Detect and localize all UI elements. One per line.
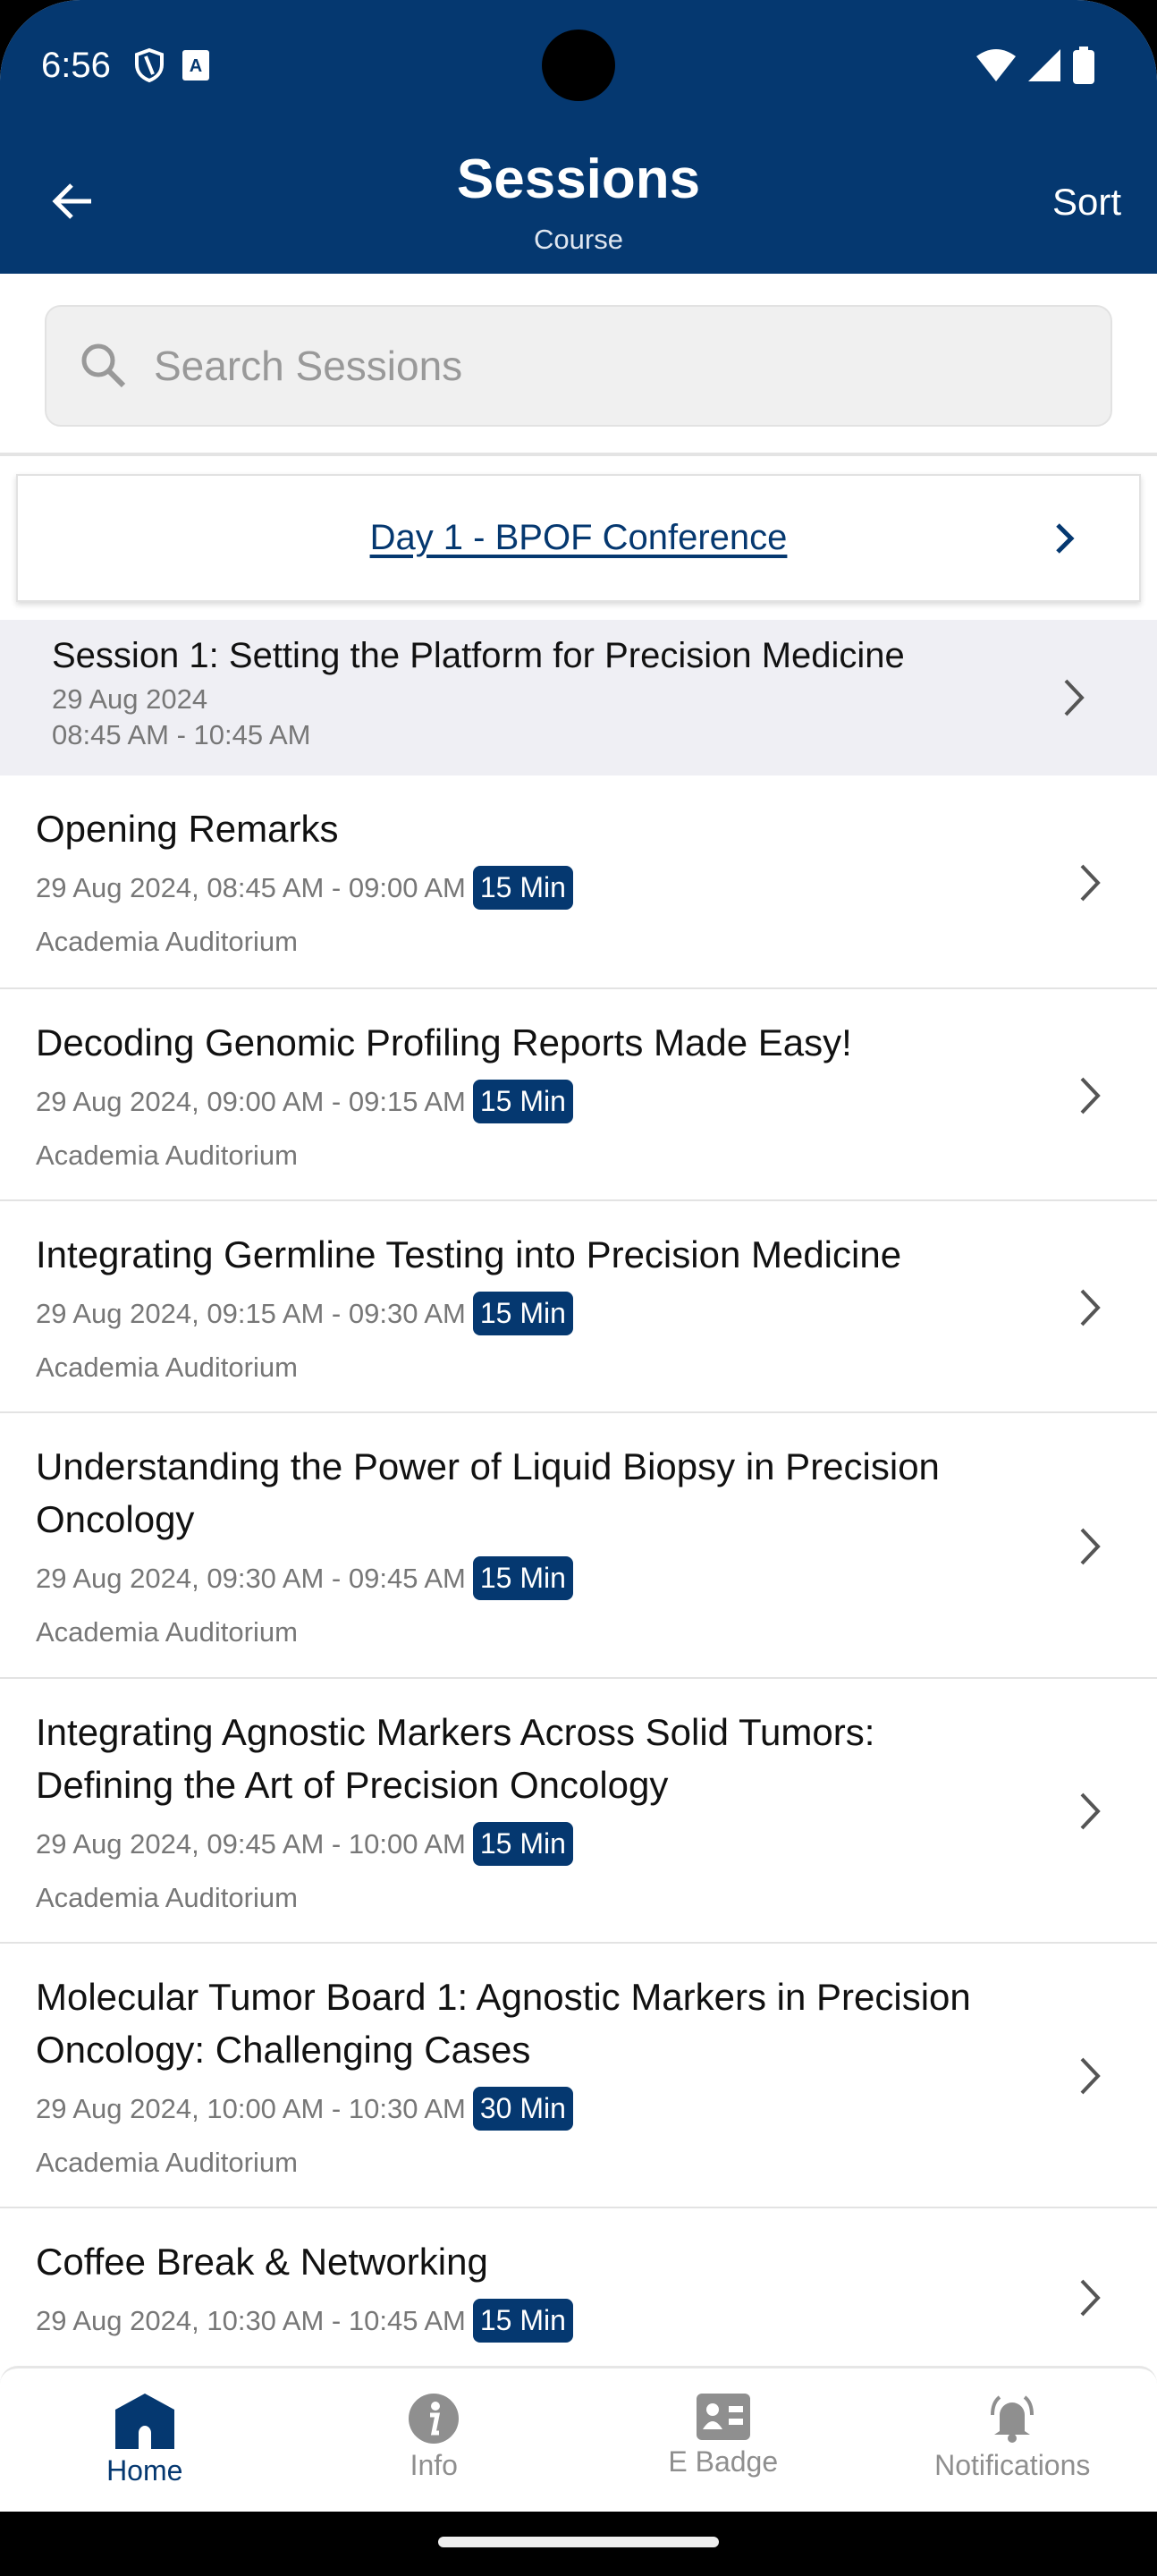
signal-icon bbox=[1028, 49, 1060, 81]
chevron-right-icon bbox=[1080, 2279, 1101, 2317]
day-selector[interactable]: Day 1 - BPOF Conference bbox=[16, 474, 1141, 602]
search-box[interactable] bbox=[45, 305, 1112, 427]
list-item[interactable]: Coffee Break & Networking 29 Aug 2024, 1… bbox=[0, 2208, 1157, 2387]
screen: 6:56 A Sessions Course Sort Day 1 - BPOF… bbox=[0, 0, 1157, 2512]
list-item[interactable]: Opening Remarks 29 Aug 2024, 08:45 AM - … bbox=[0, 775, 1157, 989]
home-icon bbox=[114, 2394, 174, 2449]
chevron-right-icon bbox=[1080, 1077, 1101, 1114]
session-datetime: 29 Aug 2024, 09:45 AM - 10:00 AM bbox=[36, 1827, 466, 1860]
session-datetime: 29 Aug 2024, 09:30 AM - 09:45 AM bbox=[36, 1562, 466, 1594]
search-section bbox=[0, 274, 1157, 456]
session-title: Understanding the Power of Liquid Biopsy… bbox=[36, 1445, 940, 1540]
session-datetime: 29 Aug 2024, 08:45 AM - 09:00 AM bbox=[36, 871, 466, 903]
status-time: 6:56 bbox=[41, 45, 111, 85]
chevron-right-icon bbox=[1080, 1289, 1101, 1326]
session-meta: 29 Aug 2024, 08:45 AM - 09:00 AM 15 Min bbox=[36, 866, 1023, 910]
list-item[interactable]: Integrating Germline Testing into Precis… bbox=[0, 1201, 1157, 1413]
session-meta: 29 Aug 2024, 09:30 AM - 09:45 AM 15 Min bbox=[36, 1556, 1023, 1600]
session-group-time: 08:45 AM - 10:45 AM bbox=[52, 719, 311, 750]
shield-icon bbox=[134, 47, 164, 83]
list-item[interactable]: Understanding the Power of Liquid Biopsy… bbox=[0, 1413, 1157, 1679]
tab-label: Home bbox=[106, 2454, 183, 2487]
tab-notifications[interactable]: Notifications bbox=[868, 2368, 1157, 2512]
duration-badge: 15 Min bbox=[472, 1556, 573, 1600]
battery-icon bbox=[1073, 47, 1094, 84]
list-item[interactable]: Integrating Agnostic Markers Across Soli… bbox=[0, 1679, 1157, 1944]
app-header: 6:56 A Sessions Course Sort bbox=[0, 0, 1157, 274]
session-datetime: 29 Aug 2024, 09:15 AM - 09:30 AM bbox=[36, 1297, 466, 1329]
duration-badge: 15 Min bbox=[472, 2299, 573, 2343]
text-icon: A bbox=[182, 50, 209, 80]
duration-badge: 30 Min bbox=[472, 2087, 573, 2131]
session-datetime: 29 Aug 2024, 10:00 AM - 10:30 AM bbox=[36, 2092, 466, 2124]
tab-info[interactable]: Info bbox=[290, 2368, 579, 2512]
wifi-icon bbox=[976, 49, 1016, 81]
info-icon bbox=[409, 2394, 460, 2444]
list-item[interactable]: Decoding Genomic Profiling Reports Made … bbox=[0, 989, 1157, 1201]
page-title: Sessions bbox=[456, 148, 701, 210]
badge-icon bbox=[696, 2394, 750, 2440]
duration-badge: 15 Min bbox=[472, 1080, 573, 1123]
chevron-right-icon bbox=[1080, 2057, 1101, 2095]
chevron-right-icon bbox=[1080, 1792, 1101, 1830]
tab-label: Info bbox=[410, 2449, 458, 2481]
session-title: Integrating Agnostic Markers Across Soli… bbox=[36, 1711, 875, 1806]
session-title: Opening Remarks bbox=[36, 808, 339, 850]
chevron-right-icon bbox=[1064, 679, 1085, 716]
sort-button[interactable]: Sort bbox=[1052, 181, 1121, 224]
session-group-title: Session 1: Setting the Platform for Prec… bbox=[52, 636, 905, 675]
tab-e-badge[interactable]: E Badge bbox=[578, 2368, 868, 2512]
tab-label: Notifications bbox=[934, 2449, 1091, 2481]
session-datetime: 29 Aug 2024, 10:30 AM - 10:45 AM bbox=[36, 2304, 466, 2336]
bell-icon bbox=[991, 2395, 1035, 2443]
page-subtitle: Course bbox=[534, 224, 623, 255]
search-icon bbox=[81, 343, 126, 388]
session-location: Academia Auditorium bbox=[36, 926, 298, 957]
chevron-right-icon[interactable] bbox=[1053, 521, 1077, 556]
session-title: Integrating Germline Testing into Precis… bbox=[36, 1233, 902, 1275]
session-list: Opening Remarks 29 Aug 2024, 08:45 AM - … bbox=[0, 775, 1157, 2387]
home-indicator[interactable] bbox=[438, 2537, 719, 2547]
session-location: Academia Auditorium bbox=[36, 2147, 298, 2178]
status-bar: 6:56 A bbox=[41, 43, 1094, 88]
session-title: Coffee Break & Networking bbox=[36, 2241, 488, 2283]
session-group-header[interactable]: Session 1: Setting the Platform for Prec… bbox=[0, 620, 1157, 775]
bottom-nav: Home Info E Badge Notifications bbox=[0, 2366, 1157, 2512]
session-meta: 29 Aug 2024, 10:30 AM - 10:45 AM 15 Min bbox=[36, 2299, 1023, 2343]
session-meta: 29 Aug 2024, 10:00 AM - 10:30 AM 30 Min bbox=[36, 2087, 1023, 2131]
session-location: Academia Auditorium bbox=[36, 1616, 298, 1648]
duration-badge: 15 Min bbox=[472, 1292, 573, 1335]
session-title: Molecular Tumor Board 1: Agnostic Marker… bbox=[36, 1976, 971, 2071]
session-title: Decoding Genomic Profiling Reports Made … bbox=[36, 1021, 852, 1063]
chevron-right-icon bbox=[1080, 1528, 1101, 1564]
tab-home[interactable]: Home bbox=[0, 2368, 290, 2512]
duration-badge: 15 Min bbox=[472, 866, 573, 910]
session-group-date: 29 Aug 2024 bbox=[52, 683, 208, 715]
svg-text:A: A bbox=[190, 56, 202, 76]
session-meta: 29 Aug 2024, 09:00 AM - 09:15 AM 15 Min bbox=[36, 1080, 1023, 1123]
session-meta: 29 Aug 2024, 09:15 AM - 09:30 AM 15 Min bbox=[36, 1292, 1023, 1335]
tab-label: E Badge bbox=[668, 2445, 779, 2478]
session-location: Academia Auditorium bbox=[36, 1882, 298, 1913]
session-datetime: 29 Aug 2024, 09:00 AM - 09:15 AM bbox=[36, 1085, 466, 1117]
session-meta: 29 Aug 2024, 09:45 AM - 10:00 AM 15 Min bbox=[36, 1822, 1023, 1866]
session-location: Academia Auditorium bbox=[36, 1140, 298, 1171]
day-label[interactable]: Day 1 - BPOF Conference bbox=[370, 518, 788, 558]
session-location: Academia Auditorium bbox=[36, 1352, 298, 1383]
list-item[interactable]: Molecular Tumor Board 1: Agnostic Marker… bbox=[0, 1944, 1157, 2208]
chevron-right-icon bbox=[1080, 864, 1101, 901]
search-input[interactable] bbox=[154, 342, 959, 390]
duration-badge: 15 Min bbox=[472, 1822, 573, 1866]
